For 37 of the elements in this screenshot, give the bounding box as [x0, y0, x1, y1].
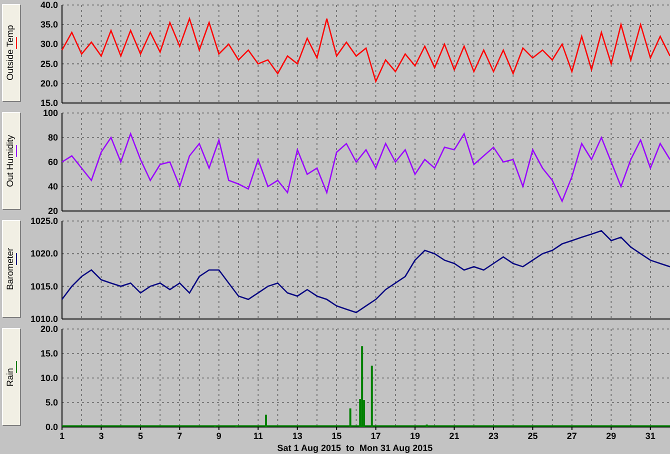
y-tick-label: 10.0: [40, 373, 58, 383]
x-tick-label: 9: [216, 431, 222, 441]
y-tick-label: 5.0: [45, 398, 58, 408]
y-tick-label: 25.0: [40, 58, 58, 69]
y-tick-label: 30.0: [40, 39, 58, 50]
x-tick-label: 25: [528, 431, 538, 441]
x-tick-label: 7: [177, 431, 182, 441]
y-tick-label: 60: [48, 157, 58, 167]
y-tick-label: 20.0: [40, 324, 58, 334]
y-tick-label: 40.0: [40, 0, 58, 10]
y-tick-label: 1015.0: [30, 281, 58, 292]
x-tick-label: 11: [253, 431, 263, 441]
x-tick-label: 3: [98, 431, 104, 441]
x-tick-label: 21: [449, 431, 460, 441]
y-tick-label: 80: [48, 132, 58, 142]
x-tick-label: 23: [488, 431, 498, 441]
x-tick-label: 29: [606, 431, 616, 441]
y-tick-label: 20.0: [40, 78, 58, 88]
y-tick-label: 40: [48, 182, 58, 192]
y-tick-label: 1020.0: [30, 248, 58, 259]
x-tick-label: 27: [566, 431, 577, 441]
date-range-caption: Sat 1 Aug 2015 to Mon 31 Aug 2015: [277, 442, 433, 454]
y-tick-label: 15.0: [40, 98, 58, 108]
y-tick-label: 35.0: [40, 20, 58, 30]
x-tick-label: 19: [410, 431, 420, 441]
x-tick-label: 1: [60, 431, 64, 441]
y-tick-label: 15.0: [40, 348, 58, 358]
y-tick-label: 20: [48, 206, 58, 216]
x-tick-label: 17: [370, 431, 381, 441]
x-tick-label: 31: [645, 431, 656, 441]
x-tick-label: 5: [138, 431, 143, 441]
y-tick-label: 100: [42, 108, 58, 118]
y-tick-label: 0.0: [45, 422, 58, 432]
y-tick-label: 1010.0: [30, 314, 58, 324]
x-tick-label: 13: [292, 431, 302, 441]
y-tick-label: 1025.0: [30, 216, 58, 226]
x-tick-label: 15: [332, 431, 342, 441]
